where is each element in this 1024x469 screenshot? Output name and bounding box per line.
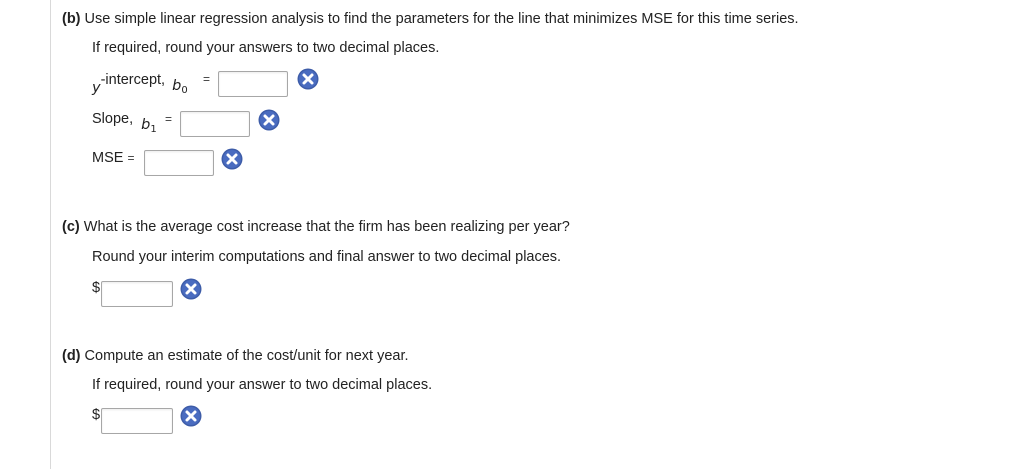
part-c-question: (c) What is the average cost increase th… [62,219,570,235]
incorrect-x-icon [180,278,202,300]
part-c-input[interactable] [101,281,173,307]
slope-input[interactable] [180,111,250,137]
y-intercept-label: y-intercept, b0 [92,72,188,96]
part-d-note: If required, round your answer to two de… [92,377,433,393]
part-c-currency: $ [92,280,101,296]
incorrect-x-icon [297,68,319,90]
slope-text: Slope, [92,111,134,127]
left-border-line [50,0,51,469]
slope-label: Slope, b1 [92,111,157,135]
mse-label: MSE = [92,150,135,166]
part-b-note: If required, round your answers to two d… [92,40,440,56]
y-intercept-input[interactable] [218,71,288,97]
incorrect-x-icon [180,405,202,427]
mse-input[interactable] [144,150,214,176]
y-intercept-text: -intercept, [100,72,166,88]
part-d-marker: (d) [62,348,81,364]
part-c-marker: (c) [62,219,80,235]
incorrect-x-icon [258,109,280,131]
y-symbol: y [92,80,101,96]
part-c-question-text: What is the average cost increase that t… [83,219,570,235]
part-b-marker: (b) [62,11,81,27]
part-b-question-text: Use simple linear regression analysis to… [84,11,799,27]
incorrect-x-icon [221,148,243,170]
part-d-question: (d) Compute an estimate of the cost/unit… [62,348,409,364]
part-d-question-text: Compute an estimate of the cost/unit for… [84,348,409,364]
part-d-currency: $ [92,407,101,423]
b0-symbol: b0 [172,78,188,96]
part-d-input[interactable] [101,408,173,434]
b1-symbol: b1 [141,117,157,135]
part-c-note: Round your interim computations and fina… [92,249,562,265]
part-b-question: (b) Use simple linear regression analysi… [62,11,799,27]
y-intercept-equals: = [203,72,211,86]
slope-equals: = [165,112,173,126]
